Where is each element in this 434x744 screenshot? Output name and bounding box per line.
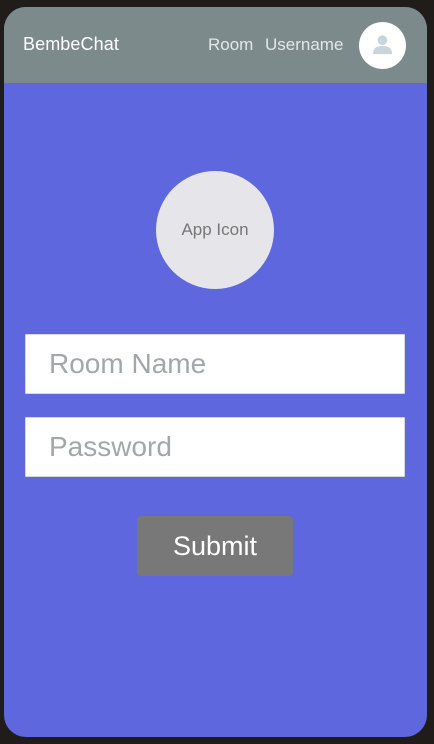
room-name-field[interactable]: [25, 334, 405, 394]
app-icon-label: App Icon: [181, 220, 249, 239]
user-icon: [372, 35, 393, 55]
app-icon-placeholder: App Icon: [156, 171, 274, 289]
password-field[interactable]: [25, 417, 405, 477]
submit-button[interactable]: Submit: [137, 516, 293, 576]
app-window: BembeChat Room Username App Icon Submit: [4, 7, 427, 737]
nav-username-link[interactable]: Username: [265, 35, 343, 55]
top-bar: BembeChat Room Username: [4, 7, 427, 83]
app-name: BembeChat: [23, 34, 119, 54]
room-name-input[interactable]: [26, 335, 404, 393]
nav-room-link[interactable]: Room: [208, 35, 253, 55]
avatar-button[interactable]: [359, 22, 406, 69]
password-input[interactable]: [26, 418, 404, 476]
